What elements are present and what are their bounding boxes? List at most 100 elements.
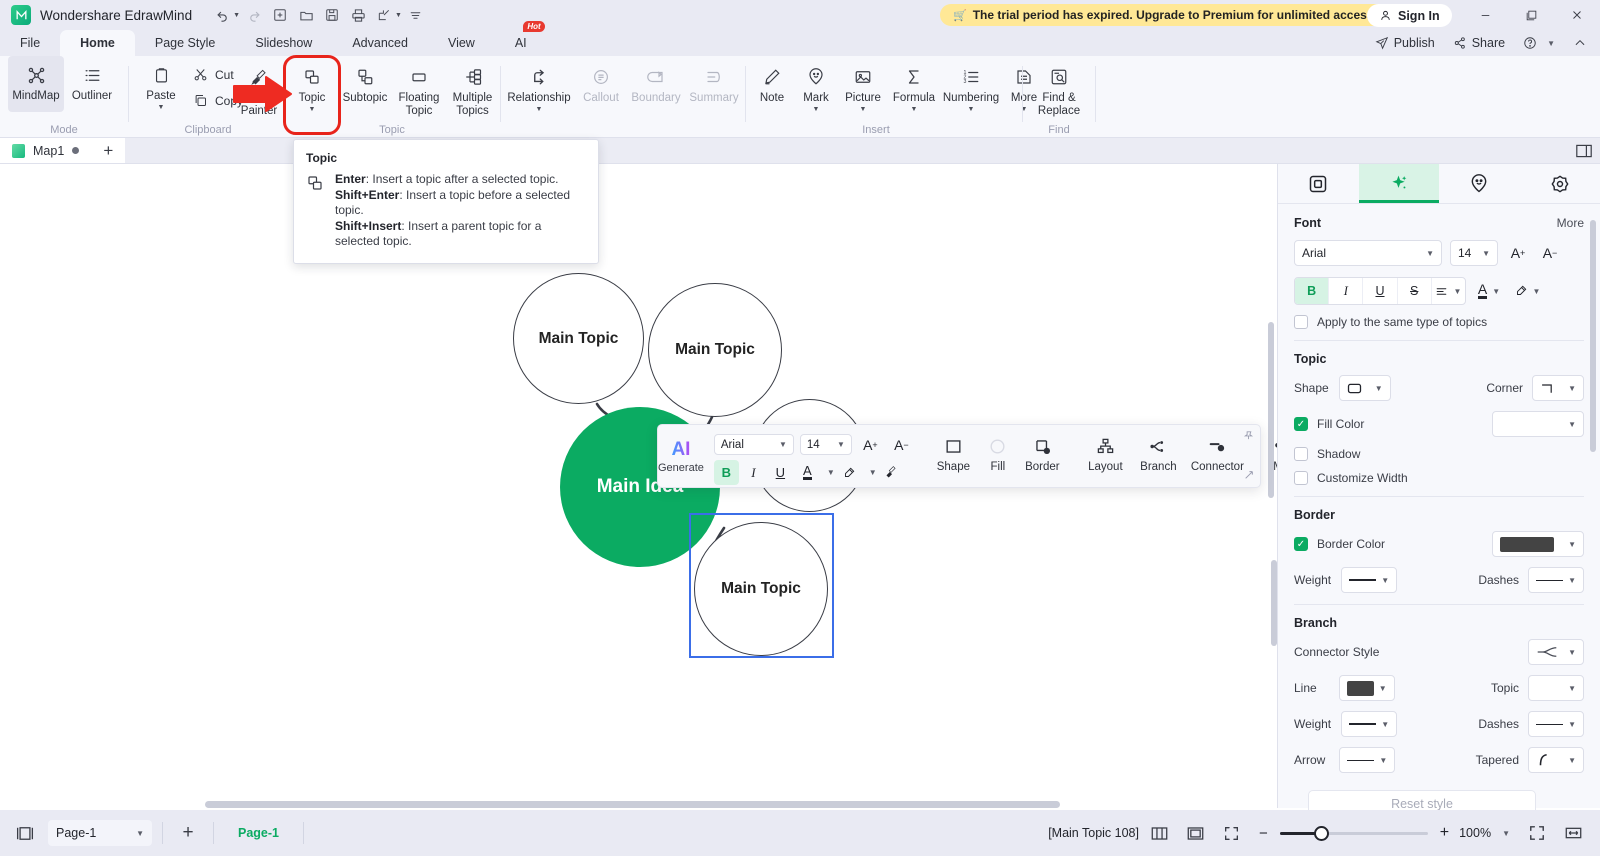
decrease-font-size-button[interactable]: A − bbox=[889, 432, 914, 457]
horizontal-scrollbar[interactable] bbox=[205, 801, 1060, 808]
connector-style-select[interactable]: ▼ bbox=[1528, 639, 1584, 665]
font-color-button[interactable]: A bbox=[795, 460, 820, 485]
new-icon[interactable] bbox=[268, 3, 292, 27]
font-color-caret-icon[interactable]: ▼ bbox=[827, 468, 835, 477]
paste-caret-icon[interactable]: ▼ bbox=[158, 104, 165, 111]
bold-button[interactable]: B bbox=[1295, 278, 1330, 304]
topic-caret-icon[interactable]: ▼ bbox=[309, 106, 316, 113]
connector-button[interactable]: Connector bbox=[1186, 435, 1249, 473]
tab-ai-style-panel[interactable] bbox=[1358, 164, 1439, 203]
focus-mode-button[interactable] bbox=[1522, 818, 1552, 848]
highlight-button[interactable] bbox=[837, 460, 862, 485]
tab-ai[interactable]: AI Hot bbox=[495, 21, 547, 56]
cut-button[interactable]: Cut bbox=[187, 64, 238, 85]
panel-toggle-button[interactable] bbox=[1576, 138, 1592, 164]
ai-generate-button[interactable]: AI Generate bbox=[658, 425, 704, 487]
document-tab-map1[interactable]: Map1 bbox=[0, 138, 92, 163]
shape-button[interactable]: Shape bbox=[928, 435, 979, 473]
share-button[interactable]: Share bbox=[1446, 36, 1512, 50]
help-caret-icon[interactable]: ▼ bbox=[1547, 39, 1555, 48]
mark-button[interactable]: Mark ▼ bbox=[794, 58, 838, 120]
font-more-link[interactable]: More bbox=[1557, 216, 1584, 230]
branch-tapered-select[interactable]: ▼ bbox=[1528, 747, 1584, 773]
fill-color-checkbox[interactable]: ✓ bbox=[1294, 417, 1308, 431]
apply-same-type-checkbox[interactable] bbox=[1294, 315, 1308, 329]
print-icon[interactable] bbox=[346, 3, 370, 27]
branch-arrow-select[interactable]: ▼ bbox=[1339, 747, 1396, 773]
add-page-button[interactable]: + bbox=[173, 818, 203, 848]
more-button[interactable]: ••• More bbox=[1261, 435, 1277, 473]
zoom-slider[interactable] bbox=[1279, 825, 1428, 841]
pin-icon[interactable] bbox=[1243, 430, 1254, 444]
mindmap-button[interactable]: MindMap bbox=[8, 56, 64, 112]
subtopic-button[interactable]: Subtopic bbox=[337, 58, 393, 120]
highlight-caret-icon[interactable]: ▼ bbox=[869, 468, 877, 477]
more-quick-icon[interactable] bbox=[404, 3, 428, 27]
align-button[interactable]: ▼ bbox=[1432, 278, 1465, 304]
paste-button[interactable]: Paste ▼ bbox=[137, 56, 185, 116]
fill-color-select[interactable]: ▼ bbox=[1492, 411, 1584, 437]
branch-button[interactable]: Branch bbox=[1133, 435, 1184, 473]
clear-format-button[interactable] bbox=[879, 460, 904, 485]
floating-format-toolbar[interactable]: AI Generate Arial ▼ 14 ▼ A + A − B I U A… bbox=[657, 424, 1277, 488]
increase-font-size-button[interactable]: A + bbox=[1506, 239, 1530, 267]
formula-button[interactable]: Formula ▼ bbox=[888, 58, 940, 120]
find-replace-button[interactable]: Find & Replace bbox=[1027, 58, 1091, 120]
close-button[interactable] bbox=[1554, 0, 1600, 30]
tab-settings-panel[interactable] bbox=[1520, 164, 1600, 203]
font-family-select[interactable]: Arial ▼ bbox=[713, 434, 794, 455]
outliner-button[interactable]: Outliner bbox=[64, 56, 120, 112]
tab-slideshow[interactable]: Slideshow bbox=[235, 30, 332, 56]
save-icon[interactable] bbox=[320, 3, 344, 27]
tab-home[interactable]: Home bbox=[60, 30, 135, 56]
fit-page-button[interactable] bbox=[1181, 818, 1211, 848]
mark-caret-icon[interactable]: ▼ bbox=[813, 106, 820, 113]
customize-width-row[interactable]: Customize Width bbox=[1294, 471, 1584, 485]
shape-select[interactable]: ▼ bbox=[1338, 375, 1391, 401]
tab-page-style-panel[interactable] bbox=[1278, 164, 1359, 203]
tab-view[interactable]: View bbox=[428, 30, 495, 56]
zoom-caret-icon[interactable]: ▼ bbox=[1502, 829, 1510, 838]
open-icon[interactable] bbox=[294, 3, 318, 27]
strikethrough-button[interactable]: S bbox=[1398, 278, 1432, 304]
zoom-in-button[interactable]: + bbox=[1440, 824, 1449, 842]
shadow-row[interactable]: Shadow bbox=[1294, 447, 1584, 461]
font-family-select[interactable]: Arial ▼ bbox=[1294, 240, 1442, 266]
fullscreen-button[interactable] bbox=[1217, 818, 1247, 848]
topic-node-2[interactable]: Main Topic bbox=[648, 283, 782, 417]
topic-button[interactable]: Topic ▼ bbox=[287, 58, 337, 120]
picture-button[interactable]: Picture ▼ bbox=[838, 58, 888, 120]
layout-button[interactable]: Layout bbox=[1080, 435, 1131, 473]
branch-topic-select[interactable]: ▼ bbox=[1528, 675, 1584, 701]
maximize-button[interactable] bbox=[1508, 0, 1554, 30]
page-select[interactable]: Page-1 ▼ bbox=[48, 820, 152, 846]
branch-weight-select[interactable]: ▼ bbox=[1341, 711, 1398, 737]
help-button[interactable]: ▼ bbox=[1516, 36, 1562, 50]
customize-width-checkbox[interactable] bbox=[1294, 471, 1308, 485]
zoom-level-label[interactable]: 100% bbox=[1459, 826, 1491, 840]
corner-select[interactable]: ▼ bbox=[1532, 375, 1584, 401]
tab-page-style[interactable]: Page Style bbox=[135, 30, 235, 56]
tab-file[interactable]: File bbox=[0, 30, 60, 56]
page-tab-page-1[interactable]: Page-1 bbox=[224, 826, 293, 840]
branch-dashes-select[interactable]: ▼ bbox=[1528, 711, 1584, 737]
border-dashes-select[interactable]: ▼ bbox=[1528, 567, 1584, 593]
trial-expired-banner[interactable]: 🛒 The trial period has expired. Upgrade … bbox=[940, 4, 1390, 26]
border-color-checkbox[interactable]: ✓ bbox=[1294, 537, 1308, 551]
highlight-button[interactable]: ▼ bbox=[1512, 277, 1542, 305]
collapse-ribbon-button[interactable] bbox=[1566, 36, 1594, 50]
multiple-topics-button[interactable]: Multiple Topics bbox=[445, 58, 500, 120]
add-document-button[interactable]: + bbox=[91, 138, 126, 163]
minimize-button[interactable] bbox=[1462, 0, 1508, 30]
floating-topic-button[interactable]: Floating Topic bbox=[393, 58, 445, 120]
undo-caret-icon[interactable]: ▼ bbox=[233, 12, 240, 19]
underline-button[interactable]: U bbox=[1363, 278, 1398, 304]
topic-node-1[interactable]: Main Topic bbox=[513, 273, 644, 404]
zoom-out-button[interactable]: − bbox=[1259, 825, 1268, 842]
undo-icon[interactable] bbox=[210, 3, 234, 27]
font-size-select[interactable]: 14 ▼ bbox=[799, 434, 852, 455]
numbering-caret-icon[interactable]: ▼ bbox=[968, 106, 975, 113]
format-painter-button[interactable]: Format Painter bbox=[233, 58, 285, 120]
two-page-view-button[interactable] bbox=[1145, 818, 1175, 848]
border-color-select[interactable]: ▼ bbox=[1492, 531, 1584, 557]
